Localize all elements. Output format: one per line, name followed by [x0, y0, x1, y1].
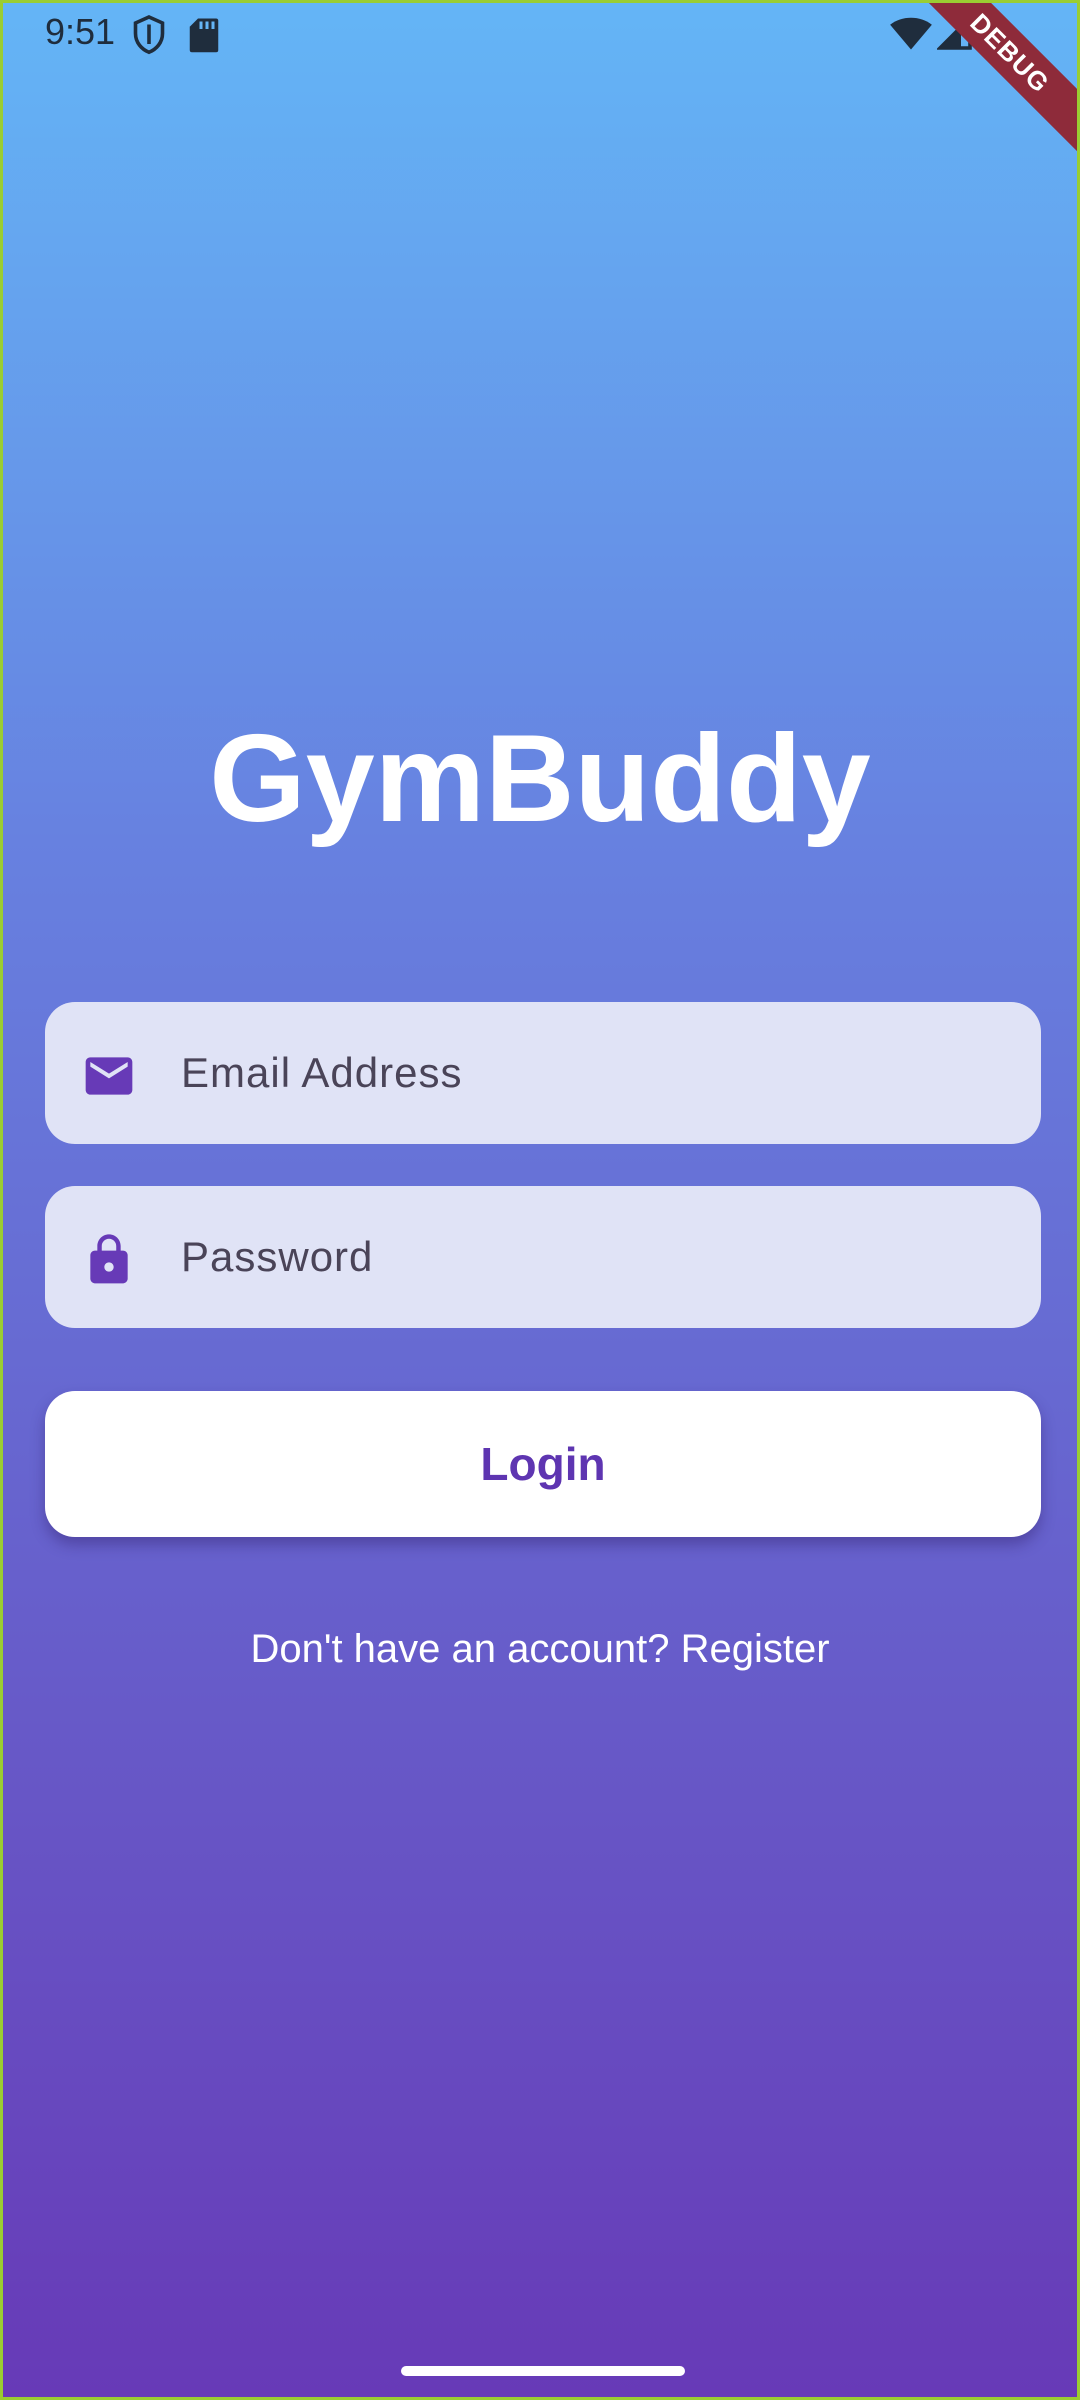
home-indicator[interactable]	[401, 2366, 685, 2376]
lock-icon	[81, 1232, 137, 1288]
password-input[interactable]	[181, 1186, 1001, 1328]
login-button[interactable]: Login	[45, 1391, 1041, 1537]
email-field[interactable]	[45, 1002, 1041, 1144]
email-input[interactable]	[181, 1002, 1001, 1144]
status-bar: 9:51	[3, 3, 1077, 67]
register-link[interactable]: Don't have an account? Register	[3, 1627, 1077, 1672]
password-field[interactable]	[45, 1186, 1041, 1328]
app-title: GymBuddy	[209, 710, 871, 848]
status-time: 9:51	[45, 11, 116, 52]
email-icon	[81, 1048, 137, 1104]
login-screen: 9:51 DEBUG GymBuddy Email Address Login …	[0, 0, 1080, 2400]
shield-icon	[131, 15, 167, 60]
sd-card-icon	[189, 17, 219, 58]
wifi-icon	[889, 17, 933, 56]
